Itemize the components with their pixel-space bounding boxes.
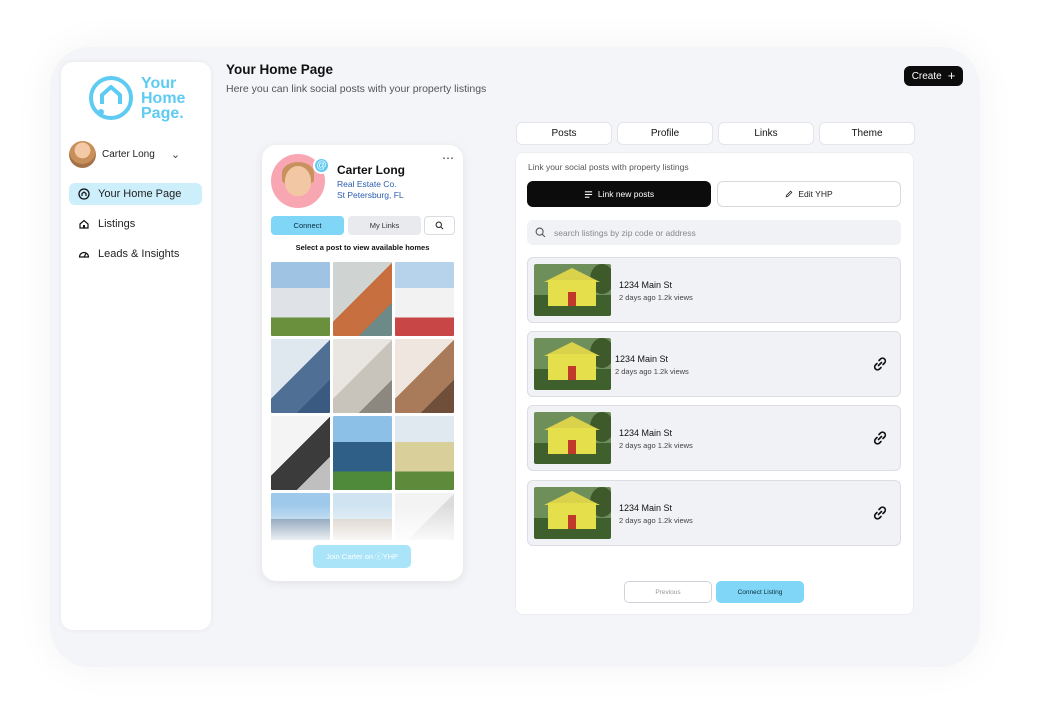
listing-card[interactable]: 1234 Main St 2 days ago 1.2k views bbox=[527, 331, 901, 397]
edit-yhp-label: Edit YHP bbox=[798, 189, 833, 199]
logo-icon bbox=[89, 76, 133, 120]
link-icon[interactable] bbox=[871, 355, 889, 373]
more-options-icon[interactable]: ⋯ bbox=[442, 151, 455, 165]
phone-location: St Petersburg, FL bbox=[337, 190, 404, 200]
create-label: Create bbox=[911, 70, 942, 82]
grid-fade bbox=[262, 505, 463, 545]
post-tile[interactable] bbox=[333, 262, 392, 336]
listing-thumbnail bbox=[534, 487, 611, 539]
search-icon[interactable] bbox=[424, 216, 455, 235]
link-new-posts-label: Link new posts bbox=[597, 189, 655, 199]
phone-profile-name: Carter Long bbox=[337, 163, 406, 177]
connect-button[interactable]: Connect bbox=[271, 216, 344, 235]
join-button[interactable]: Join Carter on ⓒYHP bbox=[313, 545, 411, 568]
phone-company: Real Estate Co. bbox=[337, 179, 397, 189]
listing-address: 1234 Main St bbox=[615, 354, 669, 364]
search-input[interactable] bbox=[554, 227, 884, 238]
post-tile[interactable] bbox=[271, 262, 330, 336]
post-tile[interactable] bbox=[395, 339, 454, 413]
post-tile[interactable] bbox=[271, 339, 330, 413]
profile-menu[interactable]: Carter Long ⌄ bbox=[69, 139, 201, 169]
sidebar: Your Home Page. Carter Long ⌄ Your Home … bbox=[61, 62, 211, 630]
listing-address: 1234 Main St bbox=[619, 503, 673, 513]
panel-note: Link your social posts with property lis… bbox=[528, 162, 689, 172]
yhp-badge-icon: @ bbox=[313, 157, 330, 174]
profile-name: Carter Long bbox=[102, 148, 155, 160]
sidebar-item-label: Leads & Insights bbox=[98, 248, 180, 260]
tab-posts[interactable]: Posts bbox=[516, 122, 612, 145]
sidebar-item-listings[interactable]: Listings bbox=[69, 213, 202, 235]
listing-meta: 2 days ago 1.2k views bbox=[619, 293, 693, 302]
home-icon bbox=[78, 188, 90, 200]
listing-address: 1234 Main St bbox=[619, 428, 673, 438]
listing-meta: 2 days ago 1.2k views bbox=[619, 516, 693, 525]
list-icon bbox=[584, 190, 592, 198]
previous-button[interactable]: Previous bbox=[624, 581, 712, 603]
link-icon[interactable] bbox=[871, 429, 889, 447]
my-links-button[interactable]: My Links bbox=[348, 216, 421, 235]
sidebar-item-your-home-page[interactable]: Your Home Page bbox=[69, 183, 202, 205]
listing-thumbnail bbox=[534, 412, 611, 464]
house-icon bbox=[79, 219, 89, 229]
listing-search[interactable] bbox=[527, 220, 901, 245]
tab-links[interactable]: Links bbox=[718, 122, 814, 145]
post-tile[interactable] bbox=[333, 416, 392, 490]
listing-address: 1234 Main St bbox=[619, 280, 673, 290]
listing-thumbnail bbox=[534, 264, 611, 316]
tab-theme[interactable]: Theme bbox=[819, 122, 915, 145]
post-tile[interactable] bbox=[333, 339, 392, 413]
listing-card[interactable]: 1234 Main St 2 days ago 1.2k views bbox=[527, 405, 901, 471]
plus-icon: + bbox=[947, 68, 956, 83]
create-button[interactable]: Create + bbox=[904, 66, 963, 86]
sidebar-item-label: Listings bbox=[98, 218, 136, 230]
listing-card[interactable]: 1234 Main St 2 days ago 1.2k views bbox=[527, 480, 901, 546]
logo-text: Your Home Page. bbox=[141, 74, 186, 122]
listing-card[interactable]: 1234 Main St 2 days ago 1.2k views bbox=[527, 257, 901, 323]
sidebar-item-label: Your Home Page bbox=[98, 188, 182, 200]
connect-listing-button[interactable]: Connect Listing bbox=[716, 581, 804, 603]
listing-thumbnail bbox=[534, 338, 611, 390]
pencil-icon bbox=[785, 190, 793, 198]
page-subtitle: Here you can link social posts with your… bbox=[226, 83, 487, 95]
edit-yhp-button[interactable]: Edit YHP bbox=[717, 181, 901, 207]
listing-meta: 2 days ago 1.2k views bbox=[615, 367, 689, 376]
link-icon[interactable] bbox=[871, 504, 889, 522]
post-grid bbox=[271, 262, 454, 540]
logo[interactable]: Your Home Page. bbox=[87, 74, 185, 122]
gauge-icon bbox=[78, 251, 90, 258]
phone-prompt: Select a post to view available homes bbox=[295, 243, 430, 252]
sidebar-item-leads-insights[interactable]: Leads & Insights bbox=[69, 243, 202, 265]
post-tile[interactable] bbox=[395, 262, 454, 336]
phone-preview: @ Carter Long Real Estate Co. St Petersb… bbox=[262, 145, 463, 581]
tab-profile[interactable]: Profile bbox=[617, 122, 713, 145]
listing-meta: 2 days ago 1.2k views bbox=[619, 441, 693, 450]
chevron-down-icon: ⌄ bbox=[170, 148, 181, 161]
post-tile[interactable] bbox=[271, 416, 330, 490]
avatar bbox=[69, 140, 96, 168]
page-title: Your Home Page bbox=[226, 62, 334, 77]
link-new-posts-button[interactable]: Link new posts bbox=[527, 181, 711, 207]
search-icon bbox=[535, 227, 546, 238]
post-tile[interactable] bbox=[395, 416, 454, 490]
